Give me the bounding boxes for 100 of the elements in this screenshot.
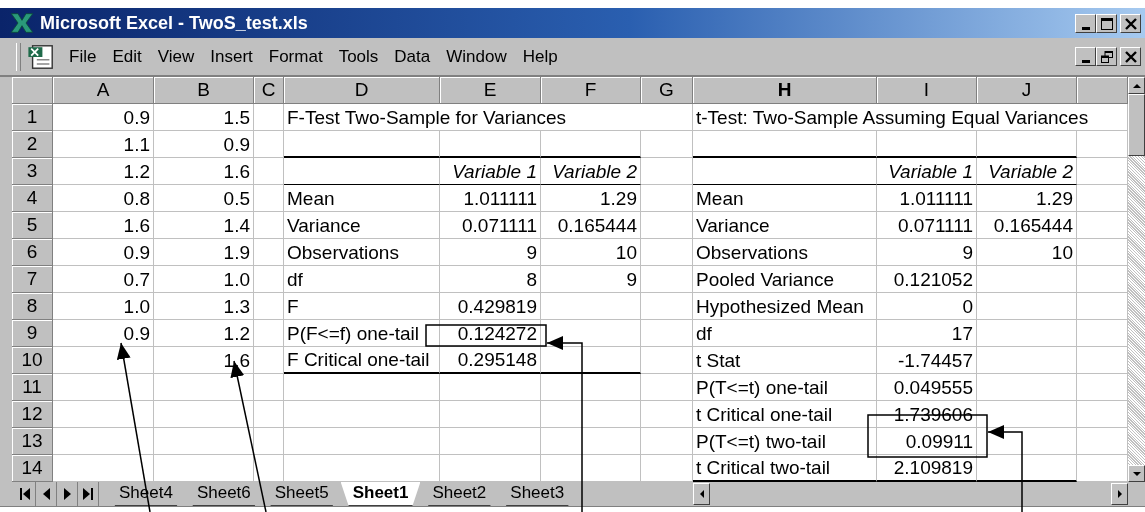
table-cell: 10 <box>541 239 641 266</box>
close-button[interactable] <box>1120 13 1141 33</box>
caret-down-icon <box>1132 471 1141 476</box>
table-cell: 1.3 <box>154 293 254 320</box>
menu-item[interactable]: Insert <box>202 46 261 67</box>
table-cell: Variance <box>284 212 440 239</box>
close-button[interactable] <box>1120 47 1141 66</box>
table-cell: 1.29 <box>541 185 641 212</box>
table-cell: Observations <box>284 239 440 266</box>
row-header[interactable]: 8 <box>12 293 53 320</box>
table-cell: t Critical one-tail <box>693 401 877 428</box>
row-header[interactable]: 2 <box>12 131 53 158</box>
table-cell: 0.165444 <box>977 212 1077 239</box>
row-header[interactable]: 7 <box>12 266 53 293</box>
table-cell <box>254 239 284 266</box>
table-cell: 1.9 <box>154 239 254 266</box>
select-all-button[interactable] <box>12 77 53 104</box>
table-cell: 0.049555 <box>877 374 977 401</box>
table-cell: 0.09911 <box>877 428 977 455</box>
scroll-down-button[interactable] <box>1128 465 1145 482</box>
close-icon <box>1124 17 1137 30</box>
caret-right-icon <box>1117 490 1122 498</box>
column-header[interactable]: F <box>541 77 641 104</box>
table-cell <box>254 293 284 320</box>
scroll-thumb[interactable] <box>1128 94 1145 156</box>
row-header[interactable]: 11 <box>12 374 53 401</box>
row-header[interactable]: 9 <box>12 320 53 347</box>
row-header[interactable]: 3 <box>12 158 53 185</box>
menu-item[interactable]: Window <box>438 46 515 67</box>
column-header[interactable]: E <box>440 77 541 104</box>
table-cell: df <box>284 266 440 293</box>
workbook-icon[interactable] <box>27 43 55 70</box>
table-cell: 9 <box>541 266 641 293</box>
row-header[interactable]: 5 <box>12 212 53 239</box>
column-header[interactable]: B <box>154 77 254 104</box>
horizontal-scrollbar[interactable] <box>693 482 1128 506</box>
sheet-tab[interactable]: Sheet1 <box>340 482 421 506</box>
skip-forward-icon <box>83 488 93 500</box>
row-header[interactable]: 6 <box>12 239 53 266</box>
table-cell: 0.5 <box>154 185 254 212</box>
scroll-right-button[interactable] <box>1111 483 1128 505</box>
table-cell: 0.295148 <box>440 347 541 374</box>
menu-item[interactable]: File <box>61 46 105 67</box>
row-header[interactable]: 12 <box>12 401 53 428</box>
table-cell: 1.5 <box>154 104 254 131</box>
table-cell: 0.7 <box>53 266 154 293</box>
excel-logo-icon <box>10 12 34 34</box>
table-cell: 0.165444 <box>541 212 641 239</box>
minimize-button[interactable] <box>1075 13 1096 33</box>
column-header[interactable]: A <box>53 77 154 104</box>
menu-item[interactable]: Edit <box>104 46 150 67</box>
table-cell: 1.6 <box>53 212 154 239</box>
table-cell: 1.011111 <box>440 185 541 212</box>
row-header[interactable]: 13 <box>12 428 53 455</box>
table-cell: Variable 1 <box>877 158 977 185</box>
table-cell <box>254 347 284 374</box>
table-cell <box>254 212 284 239</box>
minimize-button[interactable] <box>1075 47 1096 66</box>
column-header[interactable]: C <box>254 77 284 104</box>
table-cell <box>254 131 284 158</box>
table-cell: Pooled Variance <box>693 266 877 293</box>
column-header[interactable]: H <box>693 77 877 104</box>
window-title: Microsoft Excel - TwoS_test.xls <box>40 12 309 34</box>
menu-item[interactable]: Format <box>260 46 331 67</box>
table-cell <box>641 131 693 158</box>
menu-item[interactable]: Data <box>386 46 439 67</box>
scroll-left-button[interactable] <box>693 483 710 505</box>
menu-item[interactable]: View <box>149 46 203 67</box>
row-header[interactable]: 10 <box>12 347 53 374</box>
table-cell: 1.1 <box>53 131 154 158</box>
table-cell: 1.4 <box>154 212 254 239</box>
column-header[interactable] <box>1077 77 1128 104</box>
table-cell: Mean <box>284 185 440 212</box>
table-cell: 1.6 <box>154 158 254 185</box>
table-cell <box>641 239 693 266</box>
table-cell <box>641 401 693 428</box>
menu-item[interactable]: Tools <box>330 46 387 67</box>
row-header[interactable]: 1 <box>12 104 53 131</box>
table-cell: Hypothesized Mean <box>693 293 877 320</box>
menu-item[interactable]: Help <box>514 46 566 67</box>
column-header[interactable]: I <box>877 77 977 104</box>
column-header[interactable]: D <box>284 77 440 104</box>
table-cell: Mean <box>693 185 877 212</box>
restore-button[interactable] <box>1096 47 1117 66</box>
maximize-button[interactable] <box>1096 13 1117 33</box>
table-cell: 0.071111 <box>440 212 541 239</box>
table-cell: 0.124272 <box>440 320 541 347</box>
scroll-up-button[interactable] <box>1128 77 1145 94</box>
table-cell: 8 <box>440 266 541 293</box>
vertical-scrollbar[interactable] <box>1128 77 1145 482</box>
table-cell: 0.071111 <box>877 212 977 239</box>
row-header[interactable]: 14 <box>12 455 53 482</box>
column-header[interactable]: J <box>977 77 1077 104</box>
table-cell <box>254 185 284 212</box>
table-cell: 10 <box>977 239 1077 266</box>
table-cell <box>641 158 693 185</box>
table-cell: df <box>693 320 877 347</box>
row-header[interactable]: 4 <box>12 185 53 212</box>
table-cell: 1.29 <box>977 185 1077 212</box>
column-header[interactable]: G <box>641 77 693 104</box>
